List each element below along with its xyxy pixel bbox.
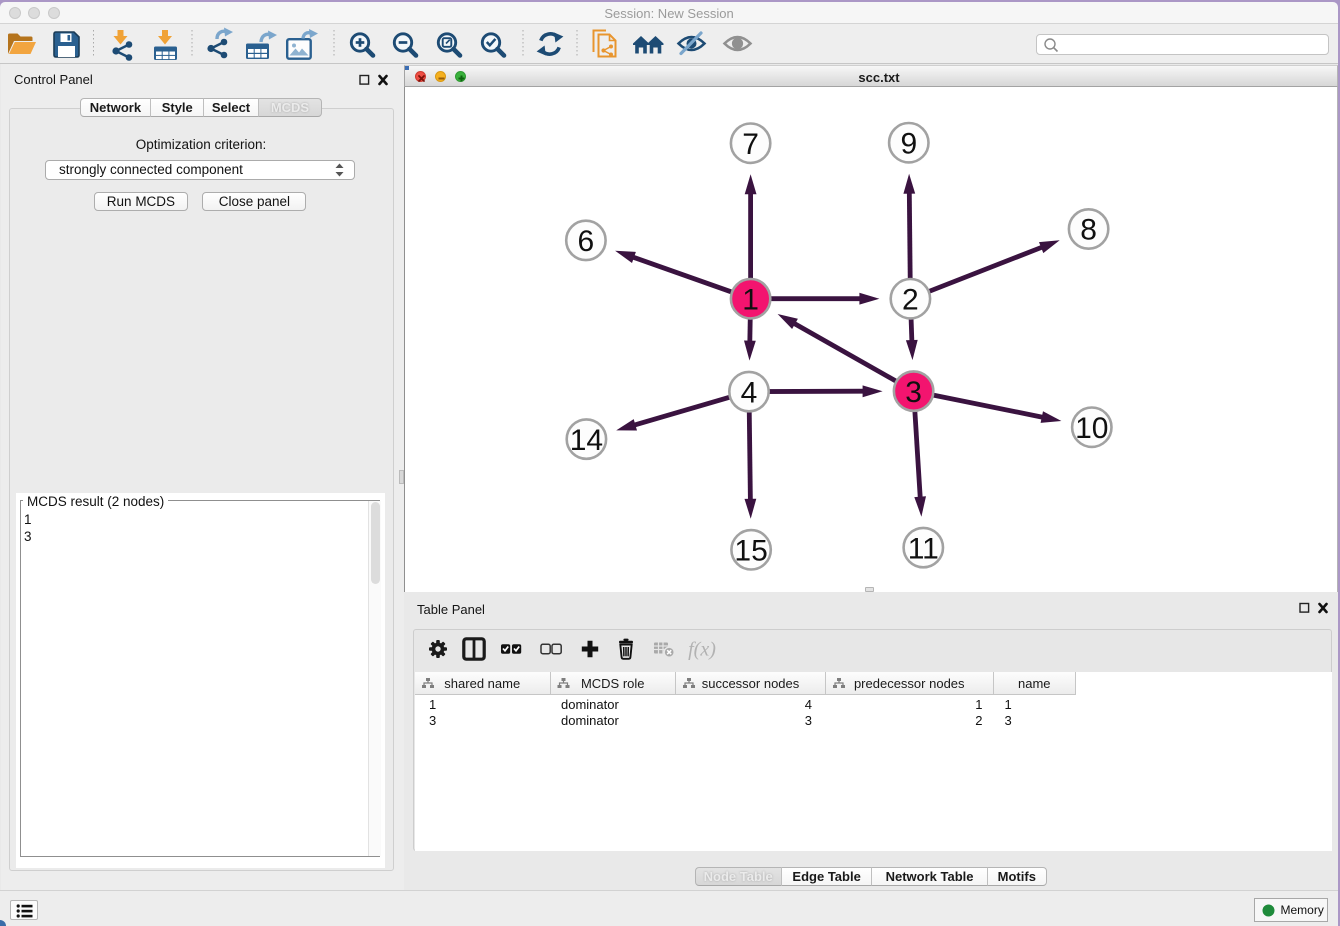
svg-text:15: 15 xyxy=(734,535,767,568)
svg-text:3: 3 xyxy=(905,376,922,409)
svg-text:10: 10 xyxy=(1075,412,1108,445)
svg-text:1: 1 xyxy=(742,283,759,316)
svg-text:6: 6 xyxy=(578,225,595,258)
svg-text:4: 4 xyxy=(741,376,758,409)
svg-text:f(x): f(x) xyxy=(688,639,716,661)
svg-text:9: 9 xyxy=(900,127,917,160)
svg-text:8: 8 xyxy=(1080,214,1097,247)
svg-text:7: 7 xyxy=(742,128,759,161)
svg-text:14: 14 xyxy=(570,424,603,457)
svg-text:2: 2 xyxy=(902,283,919,316)
svg-text:11: 11 xyxy=(908,532,939,565)
